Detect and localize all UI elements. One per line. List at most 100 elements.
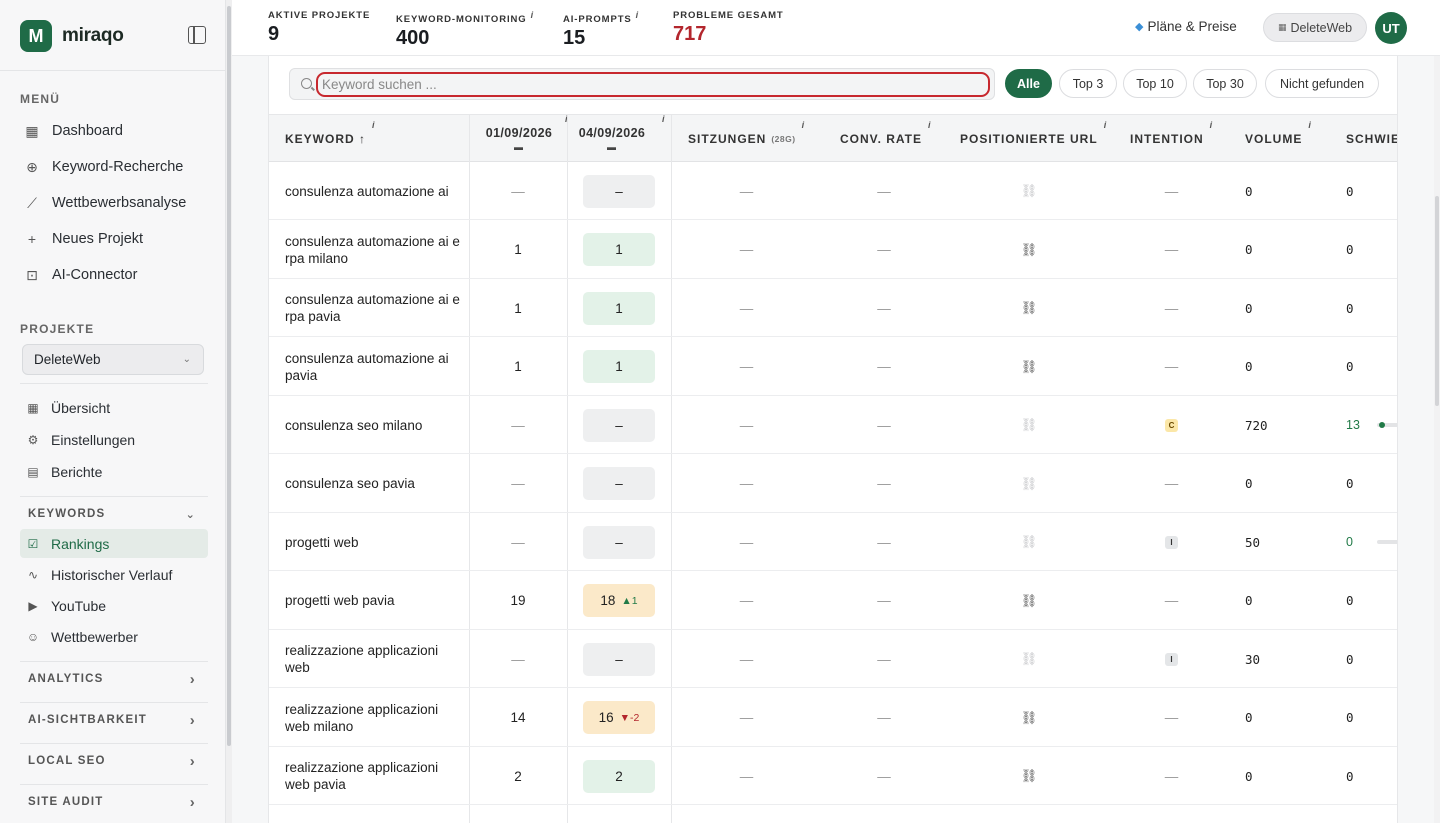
keyword-nav-item-2[interactable]: ▶ YouTube [20, 591, 208, 620]
play-icon: ▶ [28, 598, 38, 613]
sidebar-scrollbar[interactable] [226, 0, 232, 823]
table-row[interactable]: consulenza automazione ai e rpa pavia 1 1 —… [269, 279, 1397, 337]
stat-1: KEYWORD-MONITORING i 400 [396, 10, 534, 50]
project-select[interactable]: DeleteWeb ⌄ [22, 344, 204, 375]
table-row[interactable]: consulenza automazione ai — – — — ⛓ — 0 0 [269, 162, 1397, 220]
table-row[interactable]: consulenza automazione ai e rpa milano 1 1… [269, 221, 1397, 279]
keyword-nav-item-0[interactable]: ☑ Rankings [20, 529, 208, 558]
rank-date-1: 19 [510, 593, 526, 608]
keyword-cell[interactable]: consulenza automazione ai pavia [285, 338, 465, 396]
th-conv[interactable]: CONV. RATE i [840, 115, 932, 163]
th-date-2[interactable]: 04/09/2026 ▬ [567, 115, 657, 163]
link-icon[interactable]: ⛓ [1021, 242, 1038, 258]
link-icon[interactable]: ⛓ [1021, 593, 1038, 609]
link-icon[interactable]: ⛓ [1021, 300, 1038, 316]
scrollbar-thumb[interactable] [227, 6, 231, 746]
project-item-2[interactable]: ▤ Berichte [20, 457, 208, 486]
info-icon[interactable]: i [531, 10, 534, 20]
menu-item-neues-projekt[interactable]: + Neues Projekt [20, 224, 210, 254]
volume-cell: 0 [1245, 476, 1253, 491]
main-scrollbar[interactable] [1434, 56, 1440, 823]
filter-top-3[interactable]: Top 3 [1059, 69, 1117, 98]
table-row[interactable]: progetti web pavia 19 18 ▲1 — — ⛓ — 0 0 [269, 572, 1397, 630]
table-row[interactable]: realizzazione applicazioni web pavia 2 2 — —… [269, 747, 1397, 805]
link-icon[interactable]: ⛓ [1021, 710, 1038, 726]
th-difficulty[interactable]: SCHWIE [1346, 115, 1397, 163]
volume-cell: 30 [1245, 651, 1261, 667]
intent-cell: — [1109, 279, 1234, 337]
th-url[interactable]: POSITIONIERTE URL i [960, 115, 1107, 163]
table-row[interactable]: progetti web — – — — ⛓ I 50 0 [269, 513, 1397, 571]
th-date-2-label: 04/09/2026 [578, 126, 646, 140]
menu-item-keyword-recherche[interactable]: ⊕ Keyword-Recherche [20, 152, 210, 182]
group-local seo[interactable]: LOCAL SEO › [20, 748, 208, 774]
menu-item-ai-connector[interactable]: ⊡ AI-Connector [20, 260, 210, 290]
filter-nicht-gefunden[interactable]: Nicht gefunden [1265, 69, 1379, 98]
filter-top-10[interactable]: Top 10 [1123, 69, 1187, 98]
project-chip[interactable]: ▦ DeleteWeb [1263, 13, 1367, 42]
rank-pill: – [583, 467, 655, 500]
info-icon[interactable]: i [372, 120, 376, 130]
scrollbar-thumb[interactable] [1435, 196, 1439, 406]
search-input[interactable] [316, 72, 990, 97]
link-icon[interactable]: ⛓ [1021, 768, 1038, 784]
table-row[interactable]: consulenza seo milano — – — — ⛓ C 720 13 [269, 396, 1397, 454]
table-row[interactable]: consulenza seo pavia — – — — ⛓ — 0 0 [269, 455, 1397, 513]
keyword-cell[interactable]: realizzazione applicazioni web [285, 630, 465, 688]
info-icon[interactable]: i [802, 120, 806, 130]
sidebar-toggle-icon[interactable] [188, 26, 206, 44]
info-icon[interactable]: i [636, 10, 639, 20]
keyword-cell[interactable]: consulenza automazione ai e rpa pavia [285, 279, 465, 337]
intent-badge: C [1165, 418, 1178, 432]
th-intent[interactable]: INTENTION i [1130, 115, 1213, 163]
keyword-cell[interactable]: realizzazione applicazioni web milano [285, 689, 465, 747]
th-volume[interactable]: VOLUME i [1245, 115, 1312, 163]
table-row[interactable]: realizzazione applicazioni web — – — — ⛓ I 30 0 [269, 630, 1397, 688]
th-keyword[interactable]: KEYWORD ↑ i [285, 115, 376, 163]
menu-item-wettbewerbsanalyse[interactable]: ⟋ Wettbewerbsanalyse [20, 188, 210, 218]
project-item-0[interactable]: ▦ Übersicht [20, 393, 208, 422]
group-keywords[interactable]: KEYWORDS ⌄ [20, 501, 208, 527]
info-icon[interactable]: i [1210, 120, 1214, 130]
filter-alle[interactable]: Alle [1005, 69, 1052, 98]
group-label: SITE AUDIT [28, 796, 104, 808]
info-icon[interactable]: i [928, 120, 932, 130]
keyword-cell[interactable]: consulenza automazione ai e rpa milano [285, 221, 465, 279]
group-ai-sichtbarkeit[interactable]: AI-SICHTBARKEIT › [20, 707, 208, 733]
volume-cell: 720 [1245, 417, 1268, 433]
volume-cell: 0 [1245, 242, 1253, 257]
brand[interactable]: M miraqo [20, 20, 124, 52]
info-icon[interactable]: i [1308, 120, 1312, 130]
info-icon[interactable]: i [656, 109, 666, 157]
table-row[interactable]: consulenza automazione ai pavia 1 1 — — ⛓ — 0 0 [269, 338, 1397, 396]
avatar[interactable]: UT [1375, 12, 1407, 44]
keyword-cell[interactable]: consulenza seo pavia [285, 455, 465, 513]
th-keyword-label: KEYWORD ↑ [285, 132, 366, 146]
filter-top-30[interactable]: Top 30 [1193, 69, 1257, 98]
keyword-nav-item-3[interactable]: ☺ Wettbewerber [20, 622, 208, 651]
keyword-cell[interactable]: progetti web pavia [285, 572, 465, 630]
menu-item-label: Keyword-Recherche [52, 159, 184, 175]
link-icon[interactable]: ⛓ [1021, 359, 1038, 375]
grid-icon: ▦ [25, 122, 39, 139]
group-analytics[interactable]: ANALYTICS › [20, 666, 208, 692]
info-icon[interactable]: i [1104, 120, 1108, 130]
menu-item-dashboard[interactable]: ▦ Dashboard [20, 116, 210, 146]
th-date-1[interactable]: 01/09/2026 ▬ [469, 115, 569, 163]
group-site audit[interactable]: SITE AUDIT › [20, 789, 208, 815]
plans-link[interactable]: ◆ Pläne & Preise [1135, 19, 1237, 34]
rank-pill: 1 [583, 291, 655, 325]
gear-icon: ⚙ [27, 432, 39, 447]
project-item-1[interactable]: ⚙ Einstellungen [20, 425, 208, 454]
url-cell: ⛓ [949, 279, 1109, 337]
keyword-cell[interactable]: realizzazione applicazioni web pavia [285, 747, 465, 805]
th-sessions[interactable]: SITZUNGEN (28G) i [688, 115, 805, 163]
stat-label: PROBLEME GESAMT [673, 10, 784, 21]
table-row[interactable]: realizzazione applicazioni web milano 14 1… [269, 689, 1397, 747]
keyword-cell[interactable]: consulenza seo milano [285, 396, 465, 454]
keyword-cell[interactable]: progetti web [285, 513, 465, 571]
keyword-nav-item-1[interactable]: ∿ Historischer Verlauf [20, 560, 208, 589]
keyword-cell[interactable]: consulenza automazione ai [285, 162, 465, 220]
rank-date-1: 1 [514, 300, 522, 316]
difficulty-cell: 0 [1346, 747, 1397, 805]
